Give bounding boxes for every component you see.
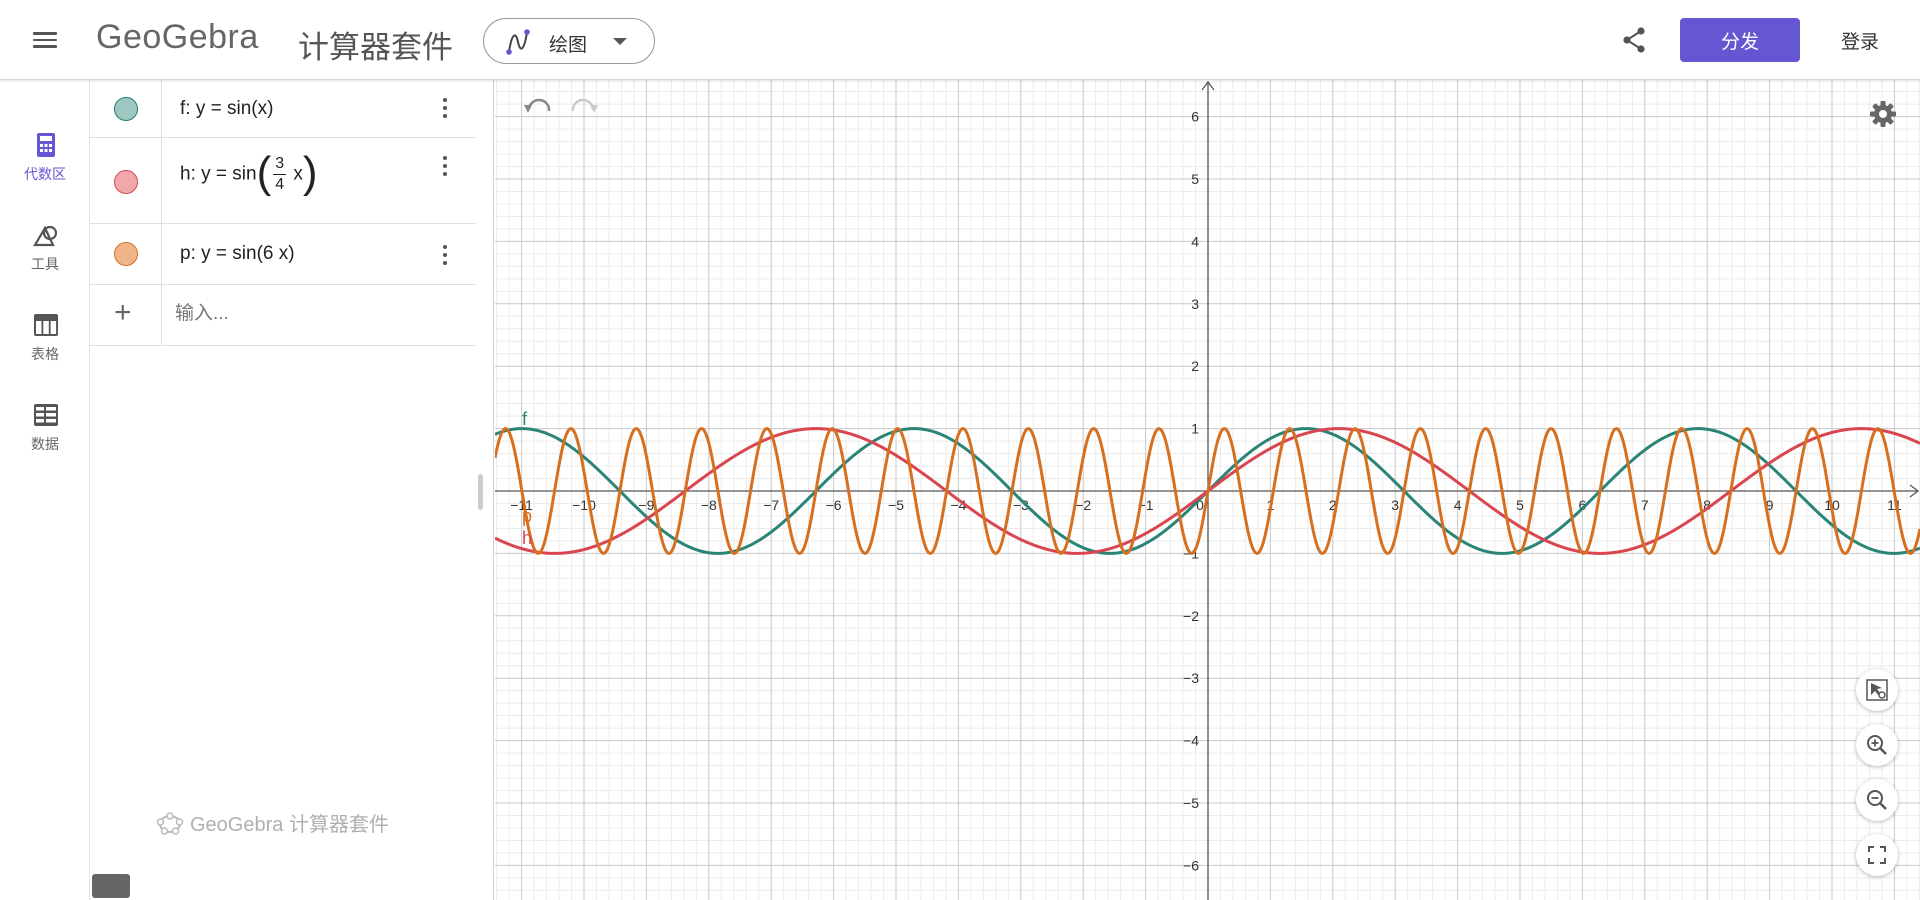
row-marker: [90, 138, 162, 223]
nav-label: 表格: [31, 346, 59, 362]
zoom-out-icon: [1867, 790, 1887, 810]
fraction-denominator: 4: [275, 176, 285, 193]
x-tick-label: 5: [1516, 497, 1524, 513]
x-tick-label: 4: [1454, 497, 1462, 513]
graphics-view[interactable]: −11 −10 −9 −8 −7 −6 −5 −4 −3 −2 −1 0 1 2 3 4 5 6 7 8 9 10 11 6 5…: [495, 80, 1920, 900]
y-tick-label: −6: [1183, 857, 1199, 873]
y-tick-label: 6: [1191, 109, 1199, 125]
y-tick-label: −4: [1183, 733, 1199, 749]
more-options-icon[interactable]: [435, 241, 455, 269]
graphing-app-icon: [506, 29, 530, 55]
visibility-toggle-p[interactable]: [114, 242, 138, 266]
x-tick-label: −7: [763, 497, 779, 513]
geogebra-logo-icon: [156, 812, 184, 835]
y-tick-label: 3: [1191, 296, 1199, 312]
coordinate-grid[interactable]: −11 −10 −9 −8 −7 −6 −5 −4 −3 −2 −1 0 1 2 3 4 5 6 7 8 9 10 1165…: [495, 80, 1920, 900]
chevron-down-icon: [613, 38, 627, 45]
row-marker: +: [90, 285, 162, 345]
curve-label-f: f: [522, 409, 528, 429]
x-tick-label: −6: [826, 497, 842, 513]
expression-f[interactable]: f: y = sin(x): [180, 98, 273, 120]
app-picker-label: 绘图: [549, 35, 588, 56]
expression-h-suffix: x: [293, 163, 303, 185]
y-tick-label: −3: [1183, 670, 1199, 686]
visibility-toggle-h[interactable]: [114, 170, 138, 194]
undo-icon[interactable]: [522, 96, 554, 124]
nav-data[interactable]: 数据: [0, 394, 90, 474]
plus-icon[interactable]: +: [114, 296, 132, 330]
algebra-view: f: y = sin(x) h: y = sin(3 4 x) p: y = si…: [90, 80, 494, 900]
side-navigation: 代数区 工具 表格 数据: [0, 80, 90, 900]
x-tick-label: −2: [1075, 497, 1091, 513]
panel-resize-handle[interactable]: [478, 474, 483, 510]
nav-tools[interactable]: 工具: [0, 214, 90, 294]
nav-label: 代数区: [24, 166, 66, 182]
x-tick-label: 7: [1641, 497, 1649, 513]
algebra-input[interactable]: [175, 302, 465, 326]
row-marker: [90, 80, 162, 137]
nav-label: 数据: [31, 436, 59, 452]
share-button[interactable]: 分发: [1680, 18, 1800, 62]
tools-icon: [33, 225, 58, 247]
watermark-text: GeoGebra 计算器套件: [190, 814, 389, 836]
calculator-icon: [37, 133, 55, 157]
nav-algebra[interactable]: 代数区: [0, 124, 90, 204]
menu-icon[interactable]: [31, 28, 59, 50]
y-tick-label: 1: [1191, 421, 1199, 437]
y-tick-label: 2: [1191, 358, 1199, 374]
table-icon: [34, 314, 58, 336]
paren-close: ): [302, 147, 318, 197]
visibility-toggle-f[interactable]: [114, 97, 138, 121]
fraction: 34: [273, 154, 287, 195]
expression-p[interactable]: p: y = sin(6 x): [180, 243, 295, 265]
fullscreen-icon: [1868, 846, 1886, 864]
header: GeoGebra 计算器套件 绘图 分发 登录: [0, 0, 1920, 80]
paren-open: (: [256, 147, 272, 197]
watermark: GeoGebra 计算器套件: [156, 808, 389, 837]
fraction-numerator: 3: [273, 154, 287, 175]
algebra-row-p[interactable]: p: y = sin(6 x): [90, 224, 476, 285]
geogebra-logo[interactable]: GeoGebra: [96, 18, 259, 57]
zoom-in-button[interactable]: [1856, 724, 1898, 766]
x-tick-label: −8: [701, 497, 717, 513]
algebra-input-row[interactable]: +: [90, 285, 476, 346]
more-options-icon[interactable]: [435, 94, 455, 122]
zoom-in-icon: [1867, 735, 1887, 755]
redo-icon[interactable]: [568, 96, 600, 124]
algebra-row-h[interactable]: h: y = sin(3 4 x): [90, 138, 476, 224]
style-bar-toggle-button[interactable]: [1856, 669, 1898, 711]
expression-h-prefix: h: y = sin: [180, 163, 257, 185]
settings-gear-icon[interactable]: [1867, 98, 1899, 130]
zoom-out-button[interactable]: [1856, 779, 1898, 821]
login-button[interactable]: 登录: [1820, 18, 1900, 62]
keyboard-icon[interactable]: [92, 874, 130, 898]
geogebra-app: GeoGebra 计算器套件 绘图 分发 登录 代数区 工具 表格 数据 f: …: [0, 0, 1920, 900]
more-options-icon[interactable]: [435, 152, 455, 180]
y-tick-label: −2: [1183, 608, 1199, 624]
expression-h[interactable]: h: y = sin(3 4 x): [180, 150, 318, 195]
y-tick-label: −5: [1183, 795, 1199, 811]
app-picker-dropdown[interactable]: 绘图: [483, 18, 655, 64]
row-marker: [90, 224, 162, 284]
data-icon: [34, 404, 58, 426]
x-tick-label: −10: [572, 497, 596, 513]
curve-label-p: p: [522, 506, 532, 526]
share-icon[interactable]: [1619, 25, 1649, 55]
move-graphics-icon: [1866, 679, 1888, 701]
algebra-row-f[interactable]: f: y = sin(x): [90, 80, 476, 138]
suite-title: 计算器套件: [298, 30, 453, 65]
y-tick-label: 4: [1191, 233, 1199, 249]
y-tick-label: 5: [1191, 171, 1199, 187]
fullscreen-button[interactable]: [1856, 834, 1898, 876]
nav-table[interactable]: 表格: [0, 304, 90, 384]
x-tick-label: 3: [1391, 497, 1399, 513]
nav-label: 工具: [31, 256, 59, 272]
x-tick-label: −5: [888, 497, 904, 513]
curve-label-h: h: [522, 528, 532, 548]
